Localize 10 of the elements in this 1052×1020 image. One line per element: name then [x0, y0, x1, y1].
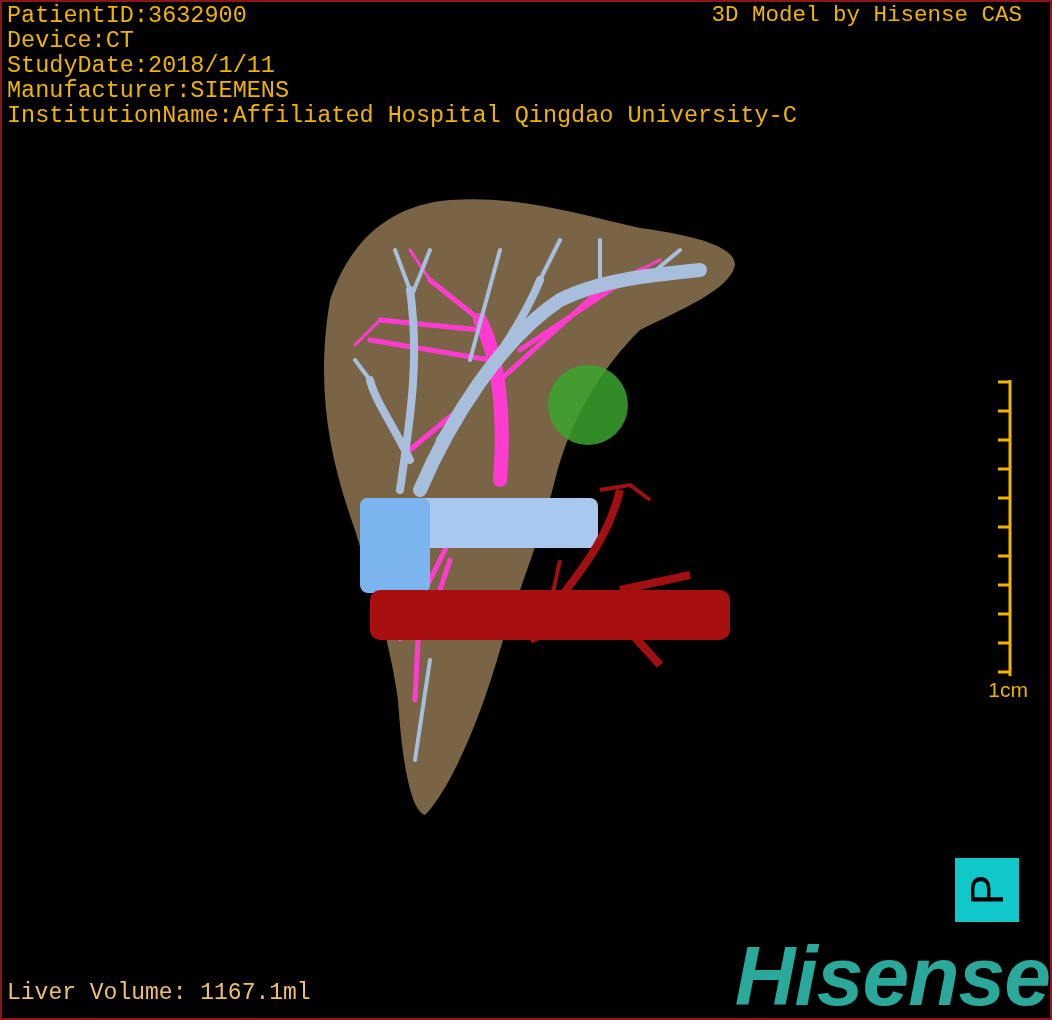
study-info-text: StudyDate:2018/1/11 [7, 53, 275, 78]
study-info-text: Device:CT [7, 28, 134, 53]
viewer-title: 3D Model by Hisense CAS [711, 3, 1022, 28]
liver-volume-text: Liver Volume: 1167.1ml [7, 980, 311, 1006]
study-info-text: InstitutionName:Affiliated Hospital Qingdao University-C [7, 103, 797, 128]
brand-logo: Hisense [734, 936, 1050, 1016]
study-info-text: PatientID:3632900 [7, 3, 247, 28]
scale-label: 1cm [988, 678, 1028, 702]
orientation-marker[interactable]: P [955, 858, 1019, 922]
study-info-text: Manufacturer:SIEMENS [7, 78, 290, 103]
